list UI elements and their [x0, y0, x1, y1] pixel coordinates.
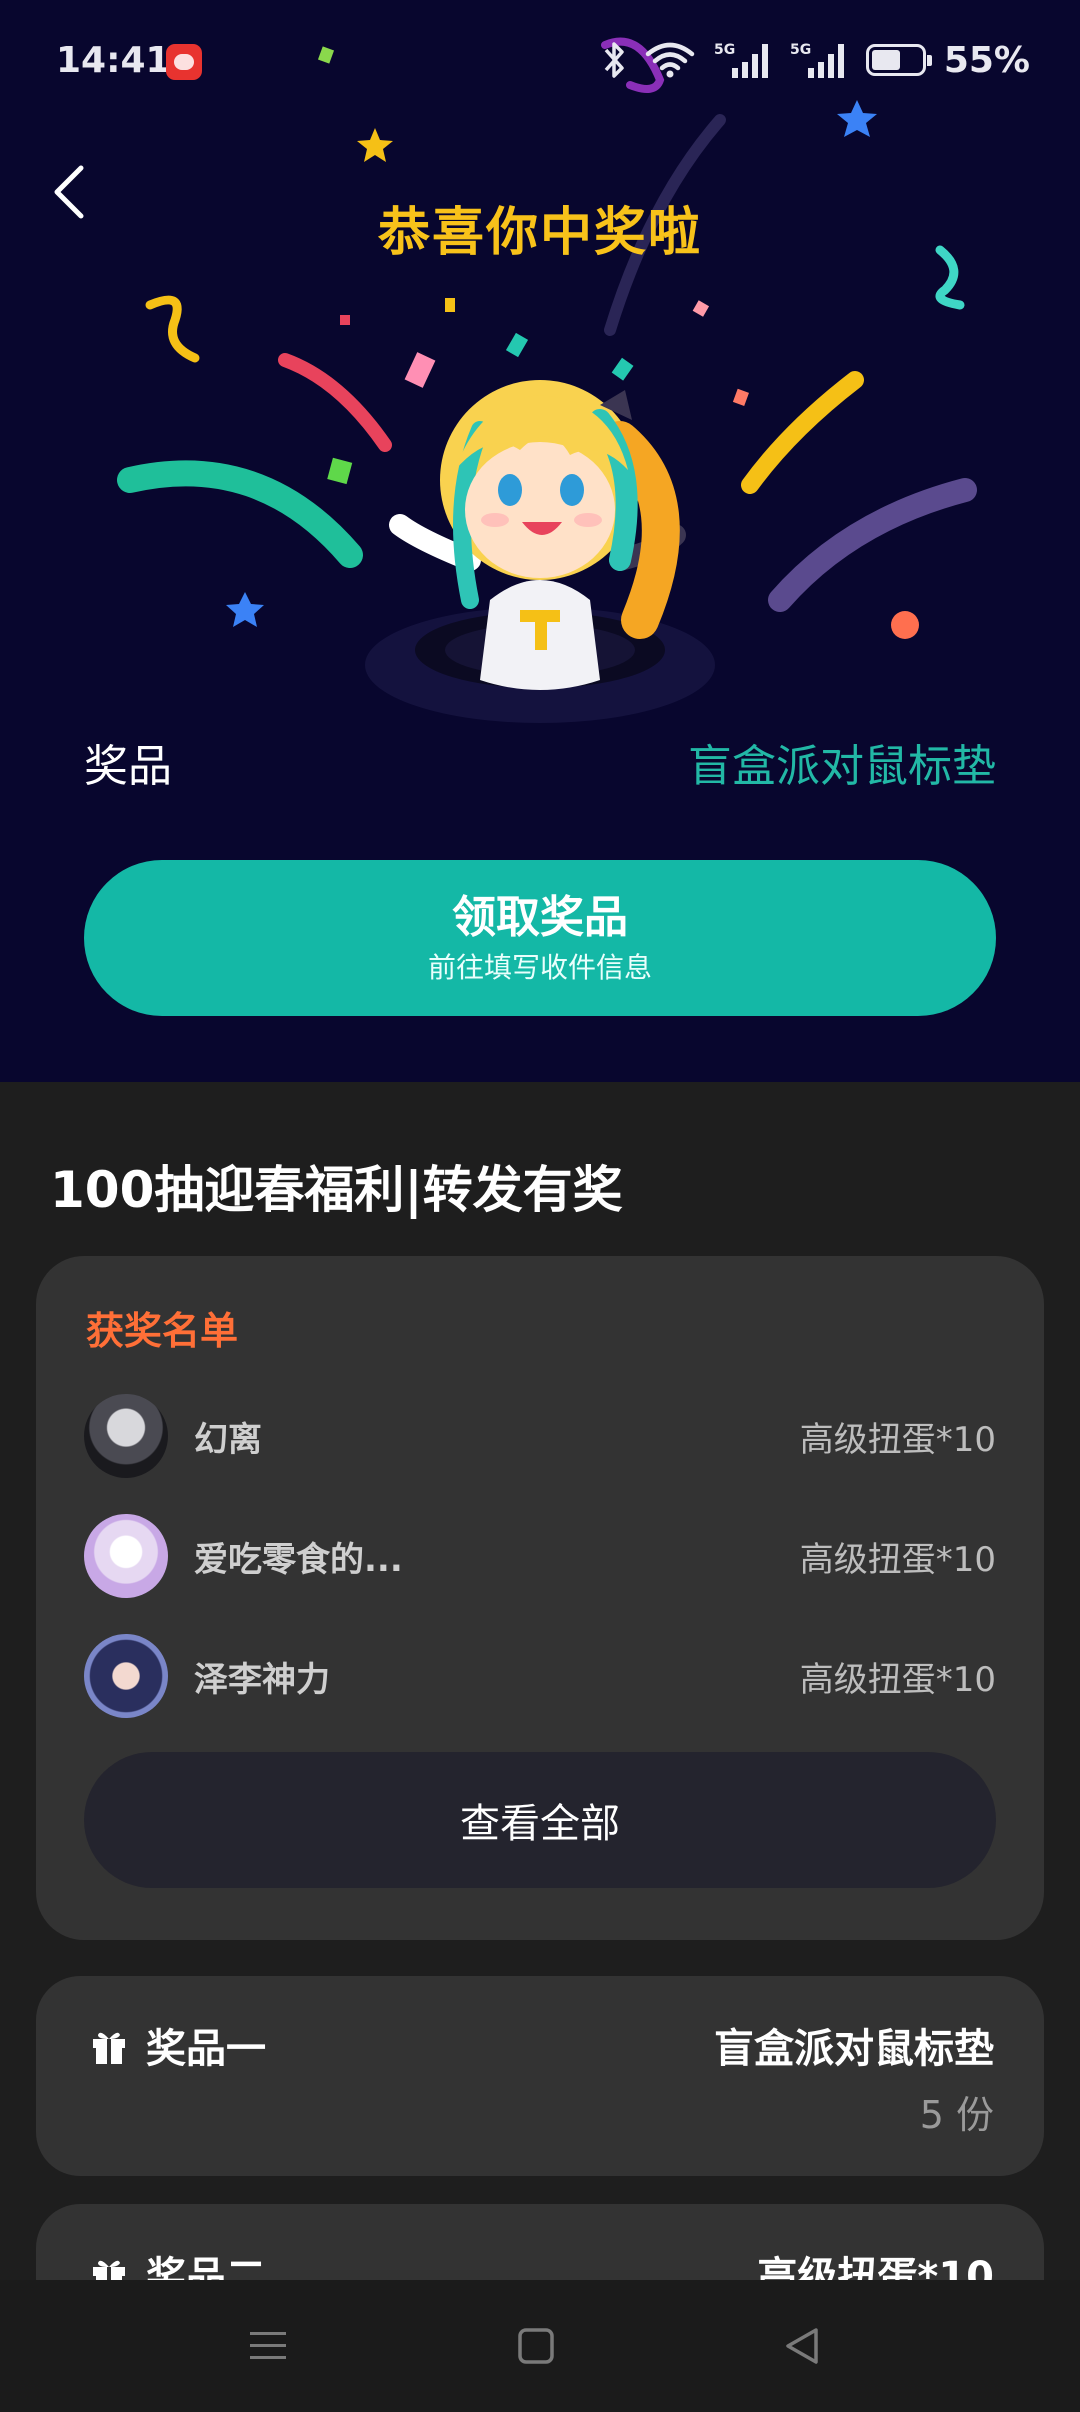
battery-percent: 55%: [943, 39, 1030, 81]
winners-heading: 获奖名单: [86, 1309, 239, 1353]
bluetooth-icon: [604, 42, 624, 78]
winner-prize: 高级扭蛋*10: [799, 1419, 996, 1460]
claim-button-title: 领取奖品: [452, 892, 628, 943]
prize-value: 盲盒派对鼠标垫: [688, 741, 996, 792]
prize-card-name: 盲盒派对鼠标垫: [714, 2026, 994, 2072]
claim-button-subtitle: 前往填写收件信息: [427, 951, 652, 984]
recent-apps-button[interactable]: [232, 2310, 304, 2382]
view-all-button[interactable]: 查看全部: [84, 1752, 996, 1888]
wifi-icon: [645, 42, 695, 78]
prize-label: 奖品: [84, 741, 172, 792]
signal-2-network: 5G: [790, 42, 811, 58]
menu-icon: [250, 2332, 286, 2359]
status-time: 14:41: [56, 40, 171, 81]
status-icons: 5G 5G 55%: [602, 38, 1030, 82]
hero-section: 14:41 5G 5G 55% 恭喜你中奖啦 奖品 盲盒派对鼠标垫 领取奖品 前…: [0, 0, 1080, 1082]
winner-row: 爱吃零食的... 高级扭蛋*10: [84, 1514, 996, 1598]
triangle-back-icon: [786, 2328, 818, 2364]
signal-1-network: 5G: [714, 42, 735, 58]
square-icon: [518, 2328, 554, 2364]
winner-prize: 高级扭蛋*10: [799, 1539, 996, 1580]
winner-prize: 高级扭蛋*10: [799, 1659, 996, 1700]
signal-icon-2: 5G: [790, 42, 844, 78]
winners-card: 获奖名单 幻离 高级扭蛋*10 爱吃零食的... 高级扭蛋*10 泽李神力 高级…: [36, 1256, 1044, 1940]
winner-row: 幻离 高级扭蛋*10: [84, 1394, 996, 1478]
app-notification-icon: [166, 44, 202, 80]
winner-name: 爱吃零食的...: [194, 1539, 403, 1580]
back-nav-button[interactable]: [766, 2310, 838, 2382]
gift-icon: [93, 2032, 125, 2064]
avatar: [84, 1394, 168, 1478]
home-button[interactable]: [500, 2310, 572, 2382]
winner-name: 泽李神力: [194, 1659, 330, 1700]
prize-card-label: 奖品一: [90, 2016, 266, 2074]
claim-prize-button[interactable]: 领取奖品 前往填写收件信息: [84, 860, 996, 1016]
page-title: 恭喜你中奖啦: [377, 203, 702, 263]
prize-card-quantity: 5 份: [919, 2093, 994, 2137]
signal-icon: 5G: [714, 42, 768, 78]
prize-card: 奖品一 盲盒派对鼠标垫 5 份: [36, 1976, 1044, 2176]
winner-name: 幻离: [194, 1419, 262, 1460]
prize-card-title: 奖品一: [146, 2026, 266, 2072]
status-bar: 14:41 5G 5G 55%: [0, 0, 1080, 120]
system-navigation-bar: [0, 2280, 1080, 2412]
winner-row: 泽李神力 高级扭蛋*10: [84, 1634, 996, 1718]
event-title: 100抽迎春福利|转发有奖: [50, 1161, 623, 1219]
avatar: [84, 1514, 168, 1598]
battery-icon: [865, 44, 932, 76]
avatar: [84, 1634, 168, 1718]
